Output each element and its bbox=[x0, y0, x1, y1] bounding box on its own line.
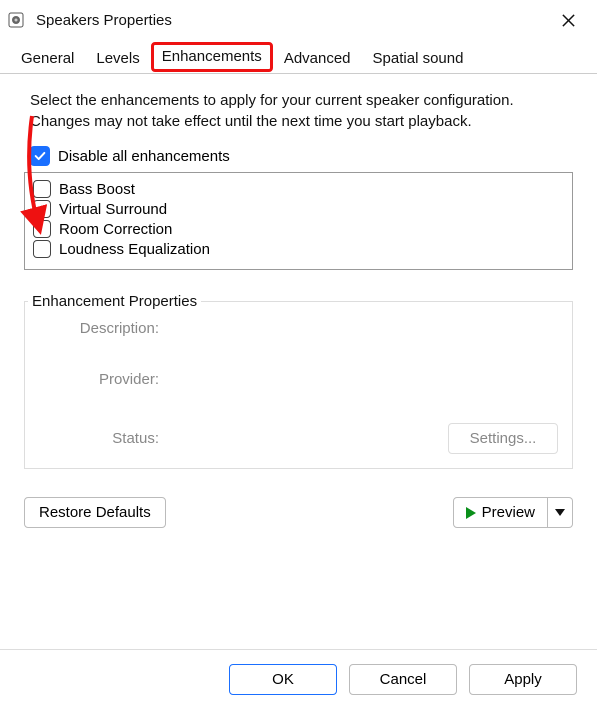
tab-strip: General Levels Enhancements Advanced Spa… bbox=[0, 40, 597, 74]
disable-all-row: Disable all enhancements bbox=[30, 146, 573, 166]
tab-general[interactable]: General bbox=[10, 43, 85, 74]
preview-button[interactable]: Preview bbox=[453, 497, 548, 528]
properties-group: Description: Provider: Status: Settings.… bbox=[24, 301, 573, 469]
preview-dropdown-button[interactable] bbox=[548, 497, 573, 528]
checkmark-icon bbox=[33, 149, 47, 163]
description-key: Description: bbox=[39, 320, 159, 337]
enhancements-list: Bass Boost Virtual Surround Room Correct… bbox=[24, 172, 573, 270]
title-bar: Speakers Properties bbox=[0, 0, 597, 40]
dialog-footer: OK Cancel Apply bbox=[0, 649, 597, 713]
preview-label: Preview bbox=[482, 504, 535, 521]
close-button[interactable] bbox=[545, 0, 591, 40]
enhancement-label: Bass Boost bbox=[59, 181, 135, 198]
play-icon bbox=[466, 507, 476, 519]
action-row: Restore Defaults Preview bbox=[24, 497, 573, 528]
chevron-down-icon bbox=[555, 509, 565, 516]
intro-text: Select the enhancements to apply for you… bbox=[30, 90, 567, 132]
enhancement-checkbox[interactable] bbox=[33, 220, 51, 238]
status-key: Status: bbox=[39, 430, 159, 447]
disable-all-checkbox[interactable] bbox=[30, 146, 50, 166]
restore-defaults-button[interactable]: Restore Defaults bbox=[24, 497, 166, 528]
preview-split-button: Preview bbox=[453, 497, 573, 528]
apply-button[interactable]: Apply bbox=[469, 664, 577, 695]
tab-spatial-sound[interactable]: Spatial sound bbox=[362, 43, 475, 74]
enhancement-label: Loudness Equalization bbox=[59, 241, 210, 258]
tab-levels[interactable]: Levels bbox=[85, 43, 150, 74]
enhancement-checkbox[interactable] bbox=[33, 200, 51, 218]
tab-enhancements[interactable]: Enhancements bbox=[151, 42, 273, 72]
settings-button[interactable]: Settings... bbox=[448, 423, 558, 454]
tab-content: Select the enhancements to apply for you… bbox=[0, 74, 597, 649]
provider-key: Provider: bbox=[39, 371, 159, 388]
disable-all-label: Disable all enhancements bbox=[58, 148, 230, 165]
list-item[interactable]: Room Correction bbox=[33, 219, 564, 239]
speaker-icon bbox=[6, 10, 26, 30]
dialog-window: Speakers Properties General Levels Enhan… bbox=[0, 0, 597, 713]
ok-button[interactable]: OK bbox=[229, 664, 337, 695]
enhancement-checkbox[interactable] bbox=[33, 240, 51, 258]
list-item[interactable]: Loudness Equalization bbox=[33, 239, 564, 259]
cancel-button[interactable]: Cancel bbox=[349, 664, 457, 695]
tab-advanced[interactable]: Advanced bbox=[273, 43, 362, 74]
window-title: Speakers Properties bbox=[36, 12, 535, 29]
list-item[interactable]: Bass Boost bbox=[33, 179, 564, 199]
properties-group-label: Enhancement Properties bbox=[28, 293, 201, 310]
list-item[interactable]: Virtual Surround bbox=[33, 199, 564, 219]
enhancement-checkbox[interactable] bbox=[33, 180, 51, 198]
close-icon bbox=[561, 13, 576, 28]
enhancement-label: Room Correction bbox=[59, 221, 172, 238]
enhancement-label: Virtual Surround bbox=[59, 201, 167, 218]
